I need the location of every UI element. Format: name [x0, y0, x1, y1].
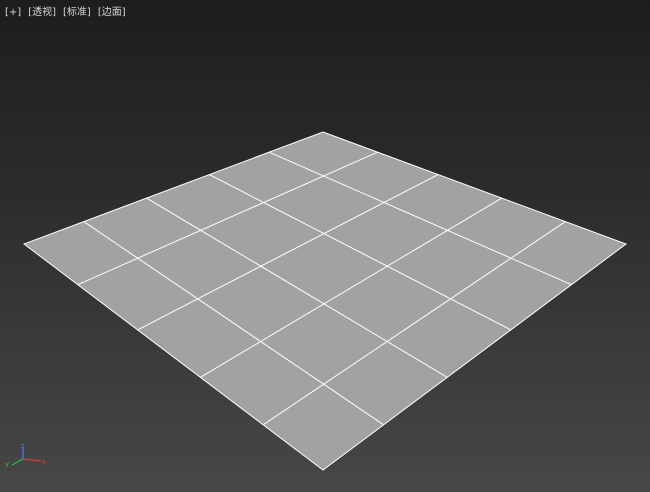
scene-canvas[interactable]: x y z — [0, 0, 650, 492]
axis-x-line — [22, 458, 42, 462]
axis-gizmo: x y z — [5, 442, 46, 468]
axis-y-label: y — [5, 460, 9, 468]
plane-object[interactable] — [22, 131, 628, 471]
axis-y-line — [11, 458, 24, 466]
axis-z-label: z — [21, 442, 25, 450]
axis-x-label: x — [42, 458, 46, 466]
viewport[interactable]: [+] [透视] [标准] [边面] x y z — [0, 0, 650, 492]
